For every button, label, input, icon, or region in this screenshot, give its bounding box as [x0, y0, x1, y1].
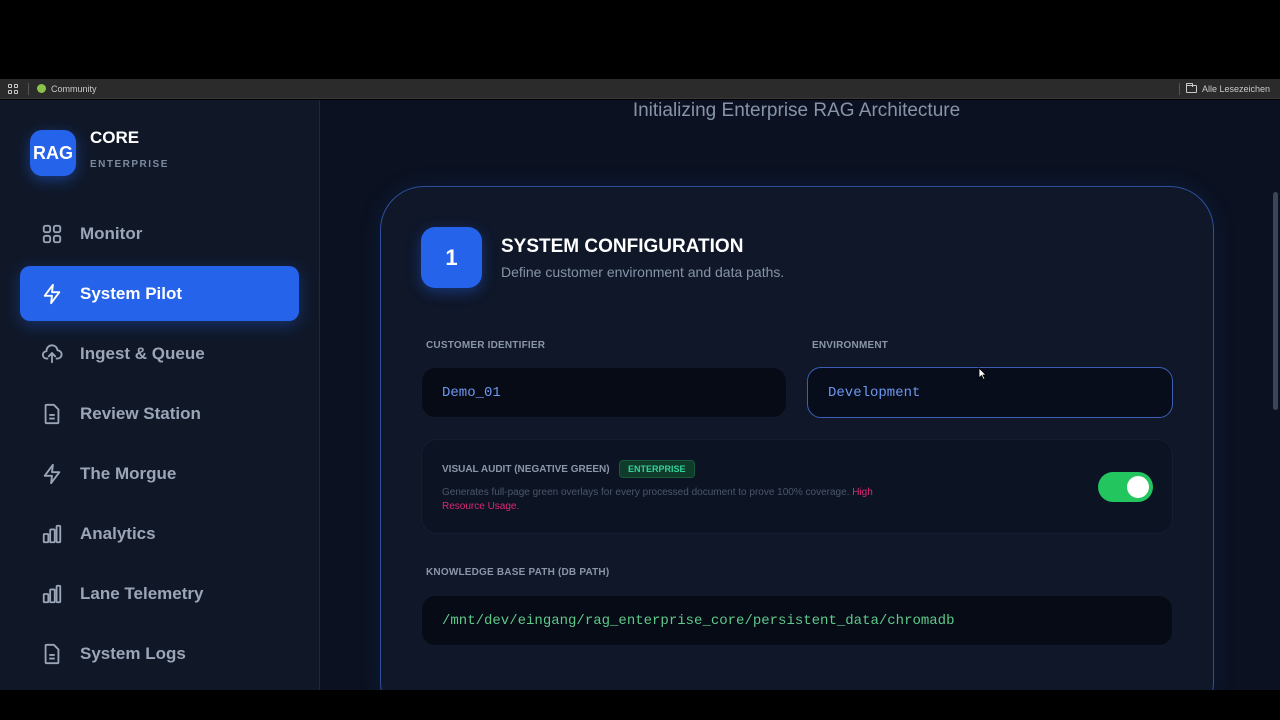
- page-headline: Initializing Enterprise RAG Architecture: [632, 100, 961, 121]
- audit-description-text: Generates full-page green overlays for e…: [442, 487, 850, 498]
- lightning-icon: [41, 283, 63, 305]
- bar-chart-icon: [41, 523, 63, 545]
- document-icon: [41, 643, 63, 665]
- brand-subtitle: ENTERPRISE: [90, 159, 169, 170]
- document-icon: [41, 403, 63, 425]
- cloud-upload-icon: [41, 343, 63, 365]
- main-content: Initializing Enterprise RAG Architecture…: [320, 100, 1280, 690]
- screen: Community Alle Lesezeichen RAG CORE ENTE…: [0, 0, 1280, 720]
- scrollbar[interactable]: [1273, 192, 1278, 410]
- step-number-badge: 1: [421, 227, 482, 288]
- sidebar-item-label: The Morgue: [80, 463, 177, 483]
- system-configuration-card: 1 SYSTEM CONFIGURATION Define customer e…: [380, 186, 1214, 690]
- customer-identifier-input[interactable]: Demo_01: [421, 367, 787, 418]
- enterprise-badge: ENTERPRISE: [619, 460, 695, 478]
- sidebar-item-label: Monitor: [80, 223, 143, 243]
- grid-icon: [41, 223, 63, 245]
- app-window: RAG CORE ENTERPRISE Monitor System Pilot: [0, 100, 1280, 690]
- bookmarks-separator: [28, 82, 29, 95]
- sidebar-item-system-pilot[interactable]: System Pilot: [20, 266, 299, 321]
- bookmark-label: Community: [51, 83, 97, 94]
- toggle-knob: [1127, 476, 1149, 498]
- all-bookmarks-label: Alle Lesezeichen: [1201, 84, 1270, 94]
- sidebar-item-label: Review Station: [80, 403, 201, 423]
- bookmarks-bar: Community Alle Lesezeichen: [0, 79, 1280, 99]
- folder-icon: [1185, 83, 1197, 93]
- knowledge-base-path-input[interactable]: /mnt/dev/eingang/rag_enterprise_core/per…: [421, 595, 1173, 646]
- sidebar-item-monitor[interactable]: Monitor: [20, 206, 299, 261]
- knowledge-base-path-label: KNOWLEDGE BASE PATH (DB PATH): [426, 567, 610, 578]
- brand-title: CORE: [90, 128, 140, 147]
- card-subtitle: Define customer environment and data pat…: [501, 264, 785, 280]
- apps-grid-icon[interactable]: [8, 83, 18, 94]
- sidebar-item-analytics[interactable]: Analytics: [20, 506, 299, 561]
- sidebar-item-lane-telemetry[interactable]: Lane Telemetry: [20, 566, 299, 621]
- visual-audit-panel: VISUAL AUDIT (NEGATIVE GREEN) ENTERPRISE…: [421, 439, 1173, 534]
- visual-audit-title: VISUAL AUDIT (NEGATIVE GREEN): [442, 464, 610, 475]
- customer-identifier-label: CUSTOMER IDENTIFIER: [426, 340, 546, 351]
- environment-input[interactable]: Development: [807, 367, 1173, 418]
- sidebar-item-label: System Pilot: [80, 283, 183, 303]
- sidebar-item-label: Ingest & Queue: [80, 343, 205, 363]
- sidebar: RAG CORE ENTERPRISE Monitor System Pilot: [0, 100, 320, 690]
- community-favicon-icon: [37, 84, 46, 93]
- sidebar-item-label: Lane Telemetry: [80, 583, 204, 603]
- lightning-icon: [41, 463, 63, 485]
- visual-audit-description: Generates full-page green overlays for e…: [442, 486, 912, 514]
- logo: RAG: [30, 130, 76, 176]
- sidebar-item-system-logs[interactable]: System Logs: [20, 626, 299, 681]
- visual-audit-toggle[interactable]: [1098, 472, 1153, 502]
- card-title: SYSTEM CONFIGURATION: [501, 236, 744, 257]
- mouse-cursor-icon: [978, 367, 987, 380]
- bookmark-community[interactable]: Community: [37, 84, 97, 94]
- all-bookmarks-button[interactable]: Alle Lesezeichen: [1185, 79, 1270, 99]
- sidebar-item-label: System Logs: [80, 643, 186, 663]
- sidebar-item-ingest-queue[interactable]: Ingest & Queue: [20, 326, 299, 381]
- sidebar-item-label: Analytics: [80, 523, 156, 543]
- bar-chart-icon: [41, 583, 63, 605]
- sidebar-item-the-morgue[interactable]: The Morgue: [20, 446, 299, 501]
- environment-label: ENVIRONMENT: [812, 340, 889, 351]
- sidebar-item-review-station[interactable]: Review Station: [20, 386, 299, 441]
- bookmarks-right-separator: [1179, 83, 1180, 95]
